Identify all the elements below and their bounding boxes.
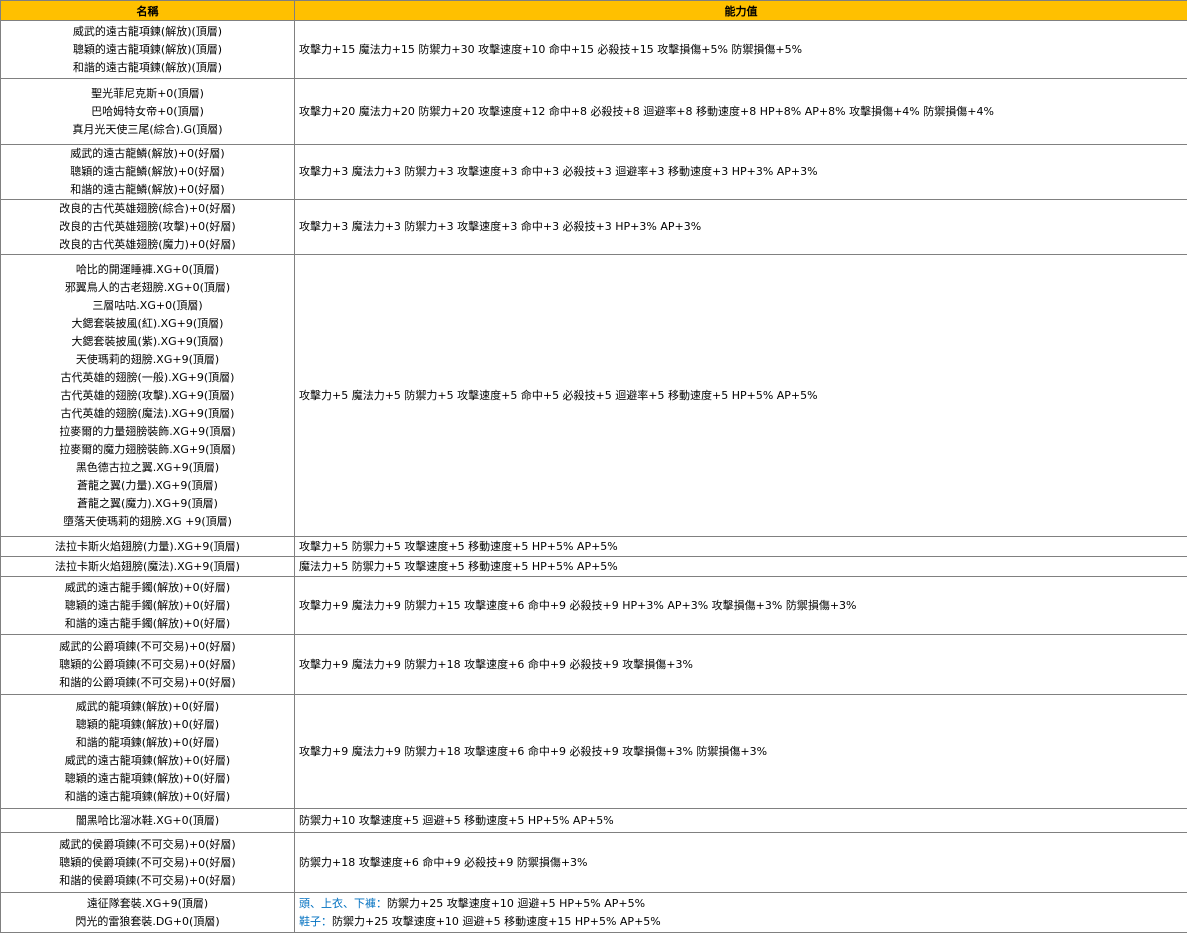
item-names-cell: 闇黑哈比溜冰鞋.XG+0(頂層)	[1, 809, 295, 833]
stats-table: 名稱 能力值 威武的遠古龍項鍊(解放)(頂層)聰穎的遠古龍項鍊(解放)(頂層)和…	[0, 0, 1187, 933]
item-name: 改良的古代英雄翅膀(攻擊)+0(好層)	[5, 218, 290, 236]
stat-value-cell: 攻擊力+9 魔法力+9 防禦力+18 攻擊速度+6 命中+9 必殺技+9 攻擊損…	[295, 695, 1187, 809]
table-row: 聖光菲尼克斯+0(頂層)巴哈姆特女帝+0(頂層)真月光天使三尾(綜合).G(頂層…	[1, 79, 1187, 145]
header-row: 名稱 能力值	[1, 1, 1187, 21]
stat-value-cell: 攻擊力+9 魔法力+9 防禦力+15 攻擊速度+6 命中+9 必殺技+9 HP+…	[295, 577, 1187, 635]
item-name: 威武的公爵項鍊(不可交易)+0(好層)	[5, 638, 290, 656]
item-name: 和諧的侯爵項鍊(不可交易)+0(好層)	[5, 872, 290, 890]
stat-value-cell: 攻擊力+9 魔法力+9 防禦力+18 攻擊速度+6 命中+9 必殺技+9 攻擊損…	[295, 635, 1187, 695]
item-names-cell: 威武的遠古龍項鍊(解放)(頂層)聰穎的遠古龍項鍊(解放)(頂層)和諧的遠古龍項鍊…	[1, 21, 295, 79]
item-name: 法拉卡斯火焰翅膀(力量).XG+9(頂層)	[5, 538, 290, 556]
item-name: 巴哈姆特女帝+0(頂層)	[5, 103, 290, 121]
item-names-cell: 聖光菲尼克斯+0(頂層)巴哈姆特女帝+0(頂層)真月光天使三尾(綜合).G(頂層…	[1, 79, 295, 145]
item-names-cell: 威武的侯爵項鍊(不可交易)+0(好層)聰穎的侯爵項鍊(不可交易)+0(好層)和諧…	[1, 833, 295, 893]
table-row: 威武的遠古龍項鍊(解放)(頂層)聰穎的遠古龍項鍊(解放)(頂層)和諧的遠古龍項鍊…	[1, 21, 1187, 79]
item-name: 墮落天使瑪莉的翅膀.XG +9(頂層)	[5, 513, 290, 531]
stat-value-cell: 攻擊力+5 魔法力+5 防禦力+5 攻擊速度+5 命中+5 必殺技+5 迴避率+…	[295, 255, 1187, 537]
stat-value-cell: 防禦力+18 攻擊速度+6 命中+9 必殺技+9 防禦損傷+3%	[295, 833, 1187, 893]
item-name: 聰穎的龍項鍊(解放)+0(好層)	[5, 716, 290, 734]
item-name: 聰穎的遠古龍項鍊(解放)(頂層)	[5, 41, 290, 59]
item-name: 天使瑪莉的翅膀.XG+9(頂層)	[5, 351, 290, 369]
item-names-cell: 威武的遠古龍鱗(解放)+0(好層)聰穎的遠古龍鱗(解放)+0(好層)和諧的遠古龍…	[1, 145, 295, 200]
item-name: 哈比的開運睡褲.XG+0(頂層)	[5, 261, 290, 279]
item-name: 聰穎的侯爵項鍊(不可交易)+0(好層)	[5, 854, 290, 872]
table-row: 威武的遠古龍鱗(解放)+0(好層)聰穎的遠古龍鱗(解放)+0(好層)和諧的遠古龍…	[1, 145, 1187, 200]
item-name: 威武的遠古龍項鍊(解放)(頂層)	[5, 23, 290, 41]
item-name: 蒼龍之翼(魔力).XG+9(頂層)	[5, 495, 290, 513]
item-names-cell: 威武的遠古龍手鐲(解放)+0(好層)聰穎的遠古龍手鐲(解放)+0(好層)和諧的遠…	[1, 577, 295, 635]
stat-line: 頭、上衣、下褲：防禦力+25 攻擊速度+10 迴避+5 HP+5% AP+5%	[299, 895, 1183, 913]
stat-value-cell: 頭、上衣、下褲：防禦力+25 攻擊速度+10 迴避+5 HP+5% AP+5%鞋…	[295, 893, 1187, 933]
item-name: 聰穎的公爵項鍊(不可交易)+0(好層)	[5, 656, 290, 674]
table-row: 威武的侯爵項鍊(不可交易)+0(好層)聰穎的侯爵項鍊(不可交易)+0(好層)和諧…	[1, 833, 1187, 893]
table-row: 法拉卡斯火焰翅膀(力量).XG+9(頂層) 攻擊力+5 防禦力+5 攻擊速度+5 …	[1, 537, 1187, 557]
item-name: 和諧的遠古龍項鍊(解放)+0(好層)	[5, 788, 290, 806]
stat-value-cell: 魔法力+5 防禦力+5 攻擊速度+5 移動速度+5 HP+5% AP+5%	[295, 557, 1187, 577]
slot-label: 頭、上衣、下褲：	[299, 897, 387, 910]
item-name: 和諧的遠古龍手鐲(解放)+0(好層)	[5, 615, 290, 633]
slot-value: 防禦力+25 攻擊速度+10 迴避+5 HP+5% AP+5%	[387, 897, 645, 910]
item-name: 黑色德古拉之翼.XG+9(頂層)	[5, 459, 290, 477]
item-name: 威武的侯爵項鍊(不可交易)+0(好層)	[5, 836, 290, 854]
item-name: 聖光菲尼克斯+0(頂層)	[5, 85, 290, 103]
item-name: 真月光天使三尾(綜合).G(頂層)	[5, 121, 290, 139]
stat-line: 鞋子：防禦力+25 攻擊速度+10 迴避+5 移動速度+15 HP+5% AP+…	[299, 913, 1183, 931]
item-name: 改良的古代英雄翅膀(綜合)+0(好層)	[5, 200, 290, 218]
table-row: 威武的龍項鍊(解放)+0(好層)聰穎的龍項鍊(解放)+0(好層)和諧的龍項鍊(解…	[1, 695, 1187, 809]
item-names-cell: 改良的古代英雄翅膀(綜合)+0(好層)改良的古代英雄翅膀(攻擊)+0(好層)改良…	[1, 200, 295, 255]
item-name: 威武的遠古龍項鍊(解放)+0(好層)	[5, 752, 290, 770]
item-names-cell: 遠征隊套裝.XG+9(頂層)閃光的雷狼套裝.DG+0(頂層)	[1, 893, 295, 933]
item-name: 大鍶套裝披風(紫).XG+9(頂層)	[5, 333, 290, 351]
slot-value: 防禦力+25 攻擊速度+10 迴避+5 移動速度+15 HP+5% AP+5%	[332, 915, 661, 928]
item-name: 古代英雄的翅膀(一般).XG+9(頂層)	[5, 369, 290, 387]
item-name: 蒼龍之翼(力量).XG+9(頂層)	[5, 477, 290, 495]
stat-value-cell: 防禦力+10 攻擊速度+5 迴避+5 移動速度+5 HP+5% AP+5%	[295, 809, 1187, 833]
item-name: 和諧的龍項鍊(解放)+0(好層)	[5, 734, 290, 752]
stat-value-cell: 攻擊力+5 防禦力+5 攻擊速度+5 移動速度+5 HP+5% AP+5%	[295, 537, 1187, 557]
table-row: 遠征隊套裝.XG+9(頂層)閃光的雷狼套裝.DG+0(頂層)頭、上衣、下褲：防禦…	[1, 893, 1187, 933]
table-row: 哈比的開運睡褲.XG+0(頂層)邪翼鳥人的古老翅膀.XG+0(頂層)三層咕咕.X…	[1, 255, 1187, 537]
item-name: 聰穎的遠古龍手鐲(解放)+0(好層)	[5, 597, 290, 615]
item-names-cell: 法拉卡斯火焰翅膀(魔法).XG+9(頂層)	[1, 557, 295, 577]
item-name: 閃光的雷狼套裝.DG+0(頂層)	[5, 913, 290, 931]
item-name: 威武的遠古龍手鐲(解放)+0(好層)	[5, 579, 290, 597]
stat-value-cell: 攻擊力+15 魔法力+15 防禦力+30 攻擊速度+10 命中+15 必殺技+1…	[295, 21, 1187, 79]
item-names-cell: 法拉卡斯火焰翅膀(力量).XG+9(頂層)	[1, 537, 295, 557]
item-name: 威武的龍項鍊(解放)+0(好層)	[5, 698, 290, 716]
item-name: 古代英雄的翅膀(攻擊).XG+9(頂層)	[5, 387, 290, 405]
table-row: 法拉卡斯火焰翅膀(魔法).XG+9(頂層) 魔法力+5 防禦力+5 攻擊速度+5 …	[1, 557, 1187, 577]
item-name: 大鍶套裝披風(紅).XG+9(頂層)	[5, 315, 290, 333]
table-row: 威武的公爵項鍊(不可交易)+0(好層)聰穎的公爵項鍊(不可交易)+0(好層)和諧…	[1, 635, 1187, 695]
item-name: 闇黑哈比溜冰鞋.XG+0(頂層)	[5, 812, 290, 830]
stat-value-cell: 攻擊力+20 魔法力+20 防禦力+20 攻擊速度+12 命中+8 必殺技+8 …	[295, 79, 1187, 145]
item-name: 遠征隊套裝.XG+9(頂層)	[5, 895, 290, 913]
table-row: 闇黑哈比溜冰鞋.XG+0(頂層) 防禦力+10 攻擊速度+5 迴避+5 移動速度+…	[1, 809, 1187, 833]
item-name: 拉麥爾的魔力翅膀裝飾.XG+9(頂層)	[5, 441, 290, 459]
item-names-cell: 威武的公爵項鍊(不可交易)+0(好層)聰穎的公爵項鍊(不可交易)+0(好層)和諧…	[1, 635, 295, 695]
header-name: 名稱	[1, 1, 295, 21]
table-row: 改良的古代英雄翅膀(綜合)+0(好層)改良的古代英雄翅膀(攻擊)+0(好層)改良…	[1, 200, 1187, 255]
item-name: 拉麥爾的力量翅膀裝飾.XG+9(頂層)	[5, 423, 290, 441]
item-name: 聰穎的遠古龍鱗(解放)+0(好層)	[5, 163, 290, 181]
item-name: 法拉卡斯火焰翅膀(魔法).XG+9(頂層)	[5, 558, 290, 576]
item-names-cell: 哈比的開運睡褲.XG+0(頂層)邪翼鳥人的古老翅膀.XG+0(頂層)三層咕咕.X…	[1, 255, 295, 537]
item-name: 和諧的公爵項鍊(不可交易)+0(好層)	[5, 674, 290, 692]
header-value: 能力值	[295, 1, 1187, 21]
item-name: 聰穎的遠古龍項鍊(解放)+0(好層)	[5, 770, 290, 788]
item-name: 和諧的遠古龍項鍊(解放)(頂層)	[5, 59, 290, 77]
item-name: 威武的遠古龍鱗(解放)+0(好層)	[5, 145, 290, 163]
item-name: 邪翼鳥人的古老翅膀.XG+0(頂層)	[5, 279, 290, 297]
stat-value-cell: 攻擊力+3 魔法力+3 防禦力+3 攻擊速度+3 命中+3 必殺技+3 HP+3…	[295, 200, 1187, 255]
item-name: 古代英雄的翅膀(魔法).XG+9(頂層)	[5, 405, 290, 423]
slot-label: 鞋子：	[299, 915, 332, 928]
item-names-cell: 威武的龍項鍊(解放)+0(好層)聰穎的龍項鍊(解放)+0(好層)和諧的龍項鍊(解…	[1, 695, 295, 809]
item-name: 改良的古代英雄翅膀(魔力)+0(好層)	[5, 236, 290, 254]
table-row: 威武的遠古龍手鐲(解放)+0(好層)聰穎的遠古龍手鐲(解放)+0(好層)和諧的遠…	[1, 577, 1187, 635]
item-name: 三層咕咕.XG+0(頂層)	[5, 297, 290, 315]
stat-value-cell: 攻擊力+3 魔法力+3 防禦力+3 攻擊速度+3 命中+3 必殺技+3 迴避率+…	[295, 145, 1187, 200]
item-name: 和諧的遠古龍鱗(解放)+0(好層)	[5, 181, 290, 199]
